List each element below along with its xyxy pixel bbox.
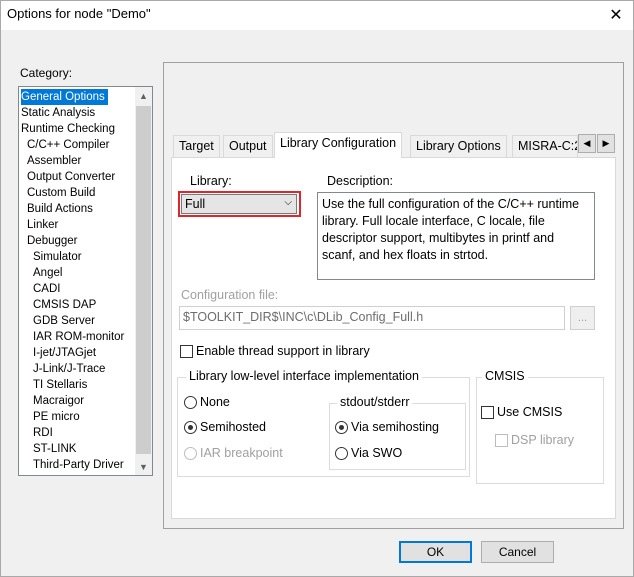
category-label: Category: [20,66,73,80]
category-item[interactable]: I-jet/JTAGjet [21,345,96,361]
category-item[interactable]: Macraigor [21,393,84,409]
lowlevel-group-title: Library low-level interface implementati… [186,369,422,383]
category-item[interactable]: General Options [21,89,108,105]
category-item[interactable]: Debugger [21,233,78,249]
category-item[interactable]: Runtime Checking [21,121,115,137]
cmsis-group [476,377,604,484]
category-item[interactable]: Simulator [21,249,82,265]
scroll-down-icon[interactable]: ▼ [135,458,152,475]
category-scrollbar[interactable]: ▲ ▼ [135,87,152,475]
browse-button[interactable]: ... [570,306,595,330]
category-item[interactable]: Output Converter [21,169,115,185]
category-item[interactable]: IAR ROM-monitor [21,329,124,345]
scroll-thumb[interactable] [136,106,151,454]
category-list[interactable]: General Options Static Analysis Runtime Ch… [18,86,153,476]
radio-via-semihosting[interactable] [335,421,348,434]
tab-library-configuration[interactable]: Library Configuration [274,132,403,158]
tab-target[interactable]: Target [173,135,220,157]
radio-none[interactable] [184,396,197,409]
thread-support-label: Enable thread support in library [196,344,370,358]
tab-output[interactable]: Output [223,135,273,157]
category-item[interactable]: C/C++ Compiler [21,137,109,153]
radio-iar-breakpoint[interactable] [184,447,197,460]
category-item[interactable]: Angel [21,265,62,281]
highlight-box [178,191,301,217]
window-title: Options for node "Demo" [7,6,151,21]
cancel-button[interactable]: Cancel [481,541,554,563]
close-button[interactable]: ✕ [598,0,634,30]
cmsis-group-title: CMSIS [482,369,528,383]
radio-semihosted-label: Semihosted [200,420,267,434]
category-item[interactable]: J-Link/J-Trace [21,361,105,377]
scroll-up-icon[interactable]: ▲ [135,87,152,104]
dsp-library-checkbox[interactable] [495,434,508,447]
stdout-group-title: stdout/stderr [337,395,413,409]
category-item[interactable]: Assembler [21,153,81,169]
radio-iar-breakpoint-label: IAR breakpoint [200,446,283,460]
category-item[interactable]: CADI [21,281,60,297]
radio-semihosted[interactable] [184,421,197,434]
category-item[interactable]: Build Actions [21,201,93,217]
config-file-label: Configuration file: [181,288,279,302]
use-cmsis-checkbox[interactable] [481,406,494,419]
radio-via-swo[interactable] [335,447,348,460]
ok-button[interactable]: OK [399,541,472,563]
tab-scroll-left-icon[interactable]: ◀ [578,134,596,153]
category-item[interactable]: ST-LINK [21,441,76,457]
tab-scroll-right-icon[interactable]: ▶ [597,134,615,153]
config-file-input[interactable]: $TOOLKIT_DIR$\INC\c\DLib_Config_Full.h [179,306,565,330]
tab-library-options[interactable]: Library Options [410,135,507,157]
category-item[interactable]: RDI [21,425,53,441]
close-icon: ✕ [609,7,623,24]
description-label: Description: [327,174,393,188]
category-item[interactable]: Linker [21,217,58,233]
category-item[interactable]: Static Analysis [21,105,95,121]
radio-via-swo-label: Via SWO [351,446,403,460]
radio-via-semihosting-label: Via semihosting [351,420,440,434]
description-text: Use the full configuration of the C/C++ … [317,192,595,280]
category-item[interactable]: GDB Server [21,313,95,329]
category-item[interactable]: TI Stellaris [21,377,87,393]
category-item[interactable]: Custom Build [21,185,95,201]
thread-support-checkbox[interactable] [180,345,193,358]
tab-misra-c[interactable]: MISRA-C:2 [512,135,578,157]
category-item[interactable]: PE micro [21,409,80,425]
dsp-library-label: DSP library [511,433,574,447]
radio-none-label: None [200,395,230,409]
category-item[interactable]: Third-Party Driver [21,457,124,473]
use-cmsis-label: Use CMSIS [497,405,563,419]
category-item[interactable]: CMSIS DAP [21,297,96,313]
library-label: Library: [190,174,232,188]
